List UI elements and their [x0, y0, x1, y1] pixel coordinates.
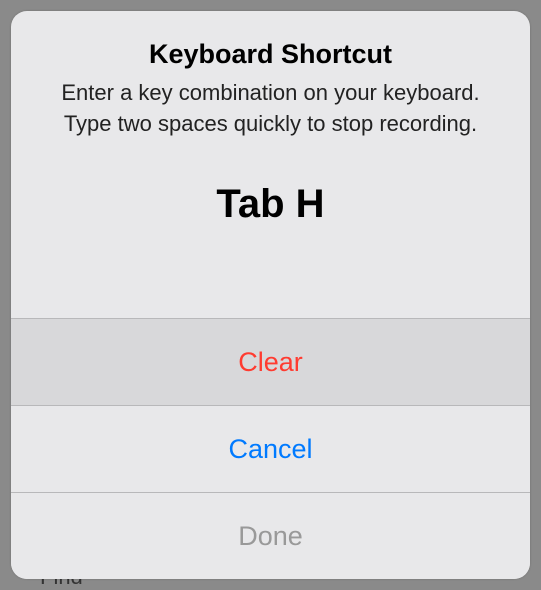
alert-button-group: Clear Cancel Done	[11, 318, 530, 579]
keyboard-shortcut-alert: Keyboard Shortcut Enter a key combinatio…	[11, 11, 530, 579]
clear-button[interactable]: Clear	[11, 318, 530, 405]
done-button[interactable]: Done	[11, 492, 530, 579]
alert-title: Keyboard Shortcut	[45, 39, 496, 70]
alert-content: Keyboard Shortcut Enter a key combinatio…	[11, 11, 530, 318]
cancel-button[interactable]: Cancel	[11, 405, 530, 492]
alert-message: Enter a key combination on your keyboard…	[45, 78, 496, 140]
shortcut-recording-display[interactable]: Tab H	[45, 182, 496, 227]
